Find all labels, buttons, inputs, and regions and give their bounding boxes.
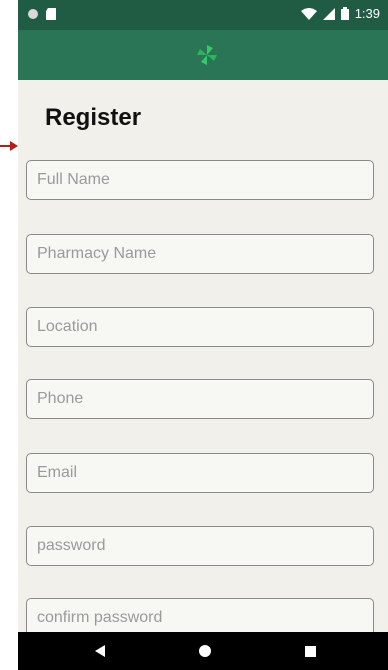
back-icon xyxy=(95,645,105,657)
recents-button[interactable] xyxy=(300,641,320,661)
location-placeholder: Location xyxy=(37,318,98,335)
email-input[interactable]: Email xyxy=(26,453,374,493)
signal-icon xyxy=(322,7,335,20)
home-button[interactable] xyxy=(195,641,215,661)
full-name-input[interactable]: Full Name xyxy=(26,160,374,200)
status-bar: 1:39 xyxy=(18,0,388,30)
email-placeholder: Email xyxy=(37,464,78,481)
full-name-placeholder: Full Name xyxy=(37,171,110,188)
sd-card-icon xyxy=(46,8,56,20)
phone-placeholder: Phone xyxy=(37,390,84,407)
back-button[interactable] xyxy=(90,641,110,661)
password-input[interactable]: password xyxy=(26,526,374,566)
recents-icon xyxy=(304,645,316,657)
right-arrow-icon xyxy=(0,141,18,151)
wifi-icon xyxy=(300,7,317,20)
app-bar xyxy=(18,30,388,80)
circle-icon xyxy=(28,9,38,19)
phone-input[interactable]: Phone xyxy=(26,379,374,419)
status-time: 1:39 xyxy=(354,6,380,21)
confirm-password-input[interactable]: confirm password xyxy=(26,598,374,632)
pinwheel-logo-icon xyxy=(197,45,217,65)
password-placeholder: password xyxy=(37,537,106,554)
register-form: Register Full Name Pharmacy Name Locatio… xyxy=(18,80,388,632)
location-input[interactable]: Location xyxy=(26,307,374,347)
home-icon xyxy=(199,645,211,657)
navigation-bar xyxy=(18,632,388,670)
status-left-icons xyxy=(28,8,56,20)
pharmacy-name-placeholder: Pharmacy Name xyxy=(37,245,157,262)
status-right-icons: 1:39 xyxy=(300,6,380,21)
confirm-password-placeholder: confirm password xyxy=(37,609,163,626)
page-title: Register xyxy=(45,104,142,131)
battery-icon xyxy=(340,7,349,20)
pharmacy-name-input[interactable]: Pharmacy Name xyxy=(26,234,374,274)
